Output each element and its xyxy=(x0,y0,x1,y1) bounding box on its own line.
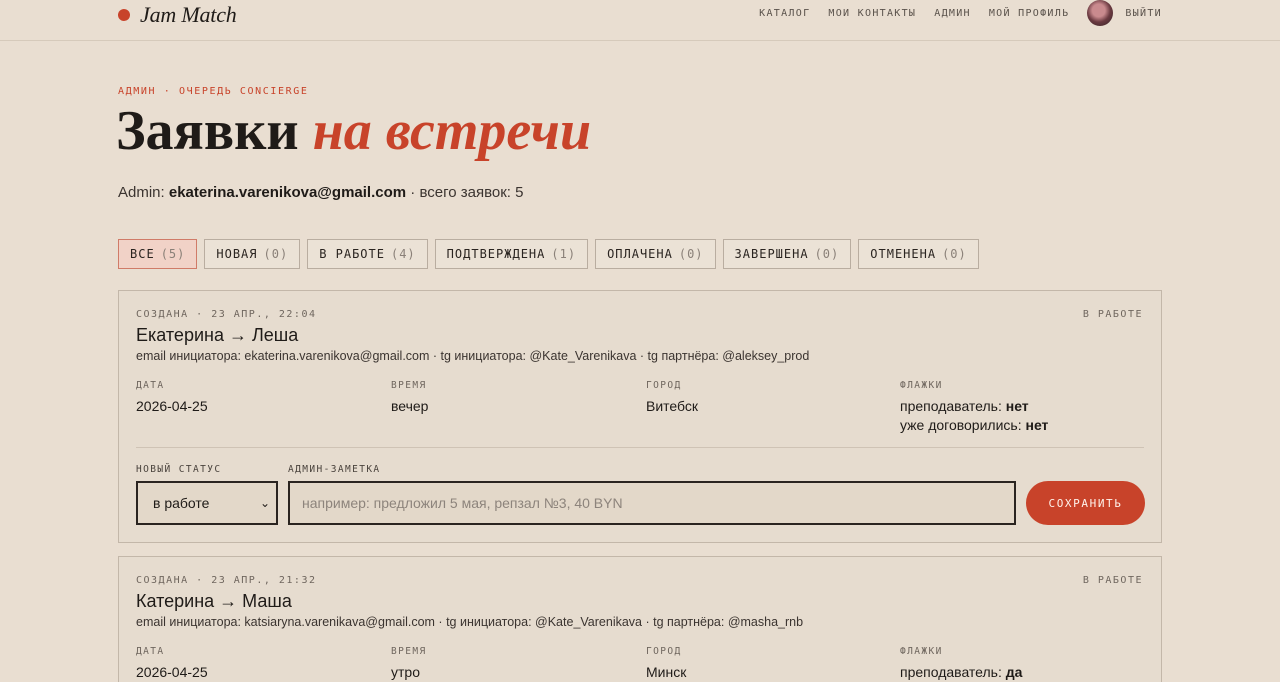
flag-agreed-label: уже договорились: xyxy=(900,417,1022,433)
filter-label: ОТМЕНЕНА xyxy=(870,247,937,261)
request-status-badge: В РАБОТЕ xyxy=(1082,309,1143,320)
page-title: Заявки на встречи xyxy=(116,98,591,164)
request-contacts: email инициатора: ekaterina.varenikova@g… xyxy=(136,349,810,363)
filter-all[interactable]: ВСЕ (5) xyxy=(118,239,198,269)
flags-label: ФЛАЖКИ xyxy=(900,380,943,391)
filter-label: ВСЕ xyxy=(130,247,155,261)
filter-cancelled[interactable]: ОТМЕНЕНА (0) xyxy=(858,239,979,269)
filter-count: (4) xyxy=(390,247,416,261)
request-flags: преподаватель: нет уже договорились: нет xyxy=(900,397,1048,435)
filter-count: (0) xyxy=(263,247,289,261)
status-select[interactable]: в работе ⌄ xyxy=(136,481,278,525)
request-created: СОЗДАНА · 23 АПР., 21:32 xyxy=(136,575,317,586)
request-status-badge: В РАБОТЕ xyxy=(1082,575,1143,586)
date-label: ДАТА xyxy=(136,380,165,391)
request-contacts: email инициатора: katsiaryna.varenikava@… xyxy=(136,615,804,629)
flag-teacher-label: преподаватель: xyxy=(900,398,1002,414)
filter-completed[interactable]: ЗАВЕРШЕНА (0) xyxy=(722,239,852,269)
flag-agreed: уже договорились: нет xyxy=(900,416,1048,435)
request-flags: преподаватель: да xyxy=(900,663,1022,682)
flag-agreed-value: нет xyxy=(1025,417,1049,433)
filter-label: В РАБОТЕ xyxy=(319,247,385,261)
filter-in-progress[interactable]: В РАБОТЕ (4) xyxy=(307,239,428,269)
time-label: ВРЕМЯ xyxy=(391,380,427,391)
request-time: утро xyxy=(391,664,420,680)
admin-prefix: Admin: xyxy=(118,184,165,201)
filter-paid[interactable]: ОПЛАЧЕНА (0) xyxy=(595,239,716,269)
request-created: СОЗДАНА · 23 АПР., 22:04 xyxy=(136,309,317,320)
page-title-accent: на встречи xyxy=(312,100,592,162)
admin-note-label: АДМИН-ЗАМЕТКА xyxy=(288,464,381,475)
request-date: 2026-04-25 xyxy=(136,664,208,680)
admin-info: Admin: ekaterina.varenikova@gmail.com · … xyxy=(118,184,523,201)
filter-label: ПОДТВЕРЖДЕНА xyxy=(446,247,546,261)
filter-confirmed[interactable]: ПОДТВЕРЖДЕНА (1) xyxy=(434,239,589,269)
flag-teacher: преподаватель: да xyxy=(900,663,1022,682)
flag-teacher-value: да xyxy=(1005,664,1023,680)
filter-new[interactable]: НОВАЯ (0) xyxy=(204,239,301,269)
filter-label: НОВАЯ xyxy=(216,247,258,261)
request-city: Минск xyxy=(646,664,687,680)
main-nav: КАТАЛОГ МОИ КОНТАКТЫ АДМИН МОЙ ПРОФИЛЬ В… xyxy=(759,0,1162,26)
filter-count: (0) xyxy=(678,247,704,261)
filter-count: (0) xyxy=(814,247,840,261)
chevron-down-icon: ⌄ xyxy=(259,496,270,510)
request-title: Катерина → Маша xyxy=(136,591,292,611)
filter-count: (1) xyxy=(551,247,577,261)
request-card: СОЗДАНА · 23 АПР., 21:32 В РАБОТЕ Катери… xyxy=(118,556,1162,682)
filter-count: (0) xyxy=(942,247,967,261)
avatar[interactable] xyxy=(1087,0,1114,26)
nav-admin[interactable]: АДМИН xyxy=(934,8,971,19)
save-button[interactable]: СОХРАНИТЬ xyxy=(1026,481,1145,525)
nav-my-contacts[interactable]: МОИ КОНТАКТЫ xyxy=(828,8,916,19)
date-label: ДАТА xyxy=(136,646,165,657)
request-city: Витебск xyxy=(646,398,699,414)
flag-teacher: преподаватель: нет xyxy=(900,397,1048,416)
brand-dot-icon xyxy=(118,9,130,21)
page-title-main: Заявки xyxy=(116,100,299,162)
admin-request-total: · всего заявок: 5 xyxy=(410,184,524,201)
nav-catalog[interactable]: КАТАЛОГ xyxy=(759,8,810,19)
request-time: вечер xyxy=(391,398,429,414)
request-card: СОЗДАНА · 23 АПР., 22:04 В РАБОТЕ Екатер… xyxy=(118,290,1162,543)
filter-label: ЗАВЕРШЕНА xyxy=(734,247,809,261)
top-bar: Jam Match КАТАЛОГ МОИ КОНТАКТЫ АДМИН МОЙ… xyxy=(0,0,1280,41)
city-label: ГОРОД xyxy=(646,646,682,657)
nav-my-profile[interactable]: МОЙ ПРОФИЛЬ xyxy=(989,8,1070,19)
city-label: ГОРОД xyxy=(646,380,682,391)
time-label: ВРЕМЯ xyxy=(391,646,427,657)
flag-teacher-value: нет xyxy=(1005,398,1029,414)
admin-note-input[interactable] xyxy=(288,481,1016,525)
status-select-value: в работе xyxy=(153,495,210,511)
admin-email: ekaterina.varenikova@gmail.com xyxy=(168,184,407,201)
brand-name: Jam Match xyxy=(140,2,237,27)
filter-label: ОПЛАЧЕНА xyxy=(607,247,673,261)
request-date: 2026-04-25 xyxy=(136,398,208,414)
status-filters: ВСЕ (5) НОВАЯ (0) В РАБОТЕ (4) ПОДТВЕРЖДЕНА… xyxy=(118,239,979,269)
filter-count: (5) xyxy=(160,247,186,261)
page-eyebrow: АДМИН · ОЧЕРЕДЬ CONCIERGE xyxy=(118,86,309,97)
flags-label: ФЛАЖКИ xyxy=(900,646,943,657)
request-title: Екатерина → Леша xyxy=(136,325,299,345)
flag-teacher-label: преподаватель: xyxy=(900,664,1002,680)
nav-logout[interactable]: ВЫЙТИ xyxy=(1125,8,1162,19)
brand[interactable]: Jam Match xyxy=(118,2,237,28)
new-status-label: НОВЫЙ СТАТУС xyxy=(136,464,222,475)
divider xyxy=(136,447,1144,448)
